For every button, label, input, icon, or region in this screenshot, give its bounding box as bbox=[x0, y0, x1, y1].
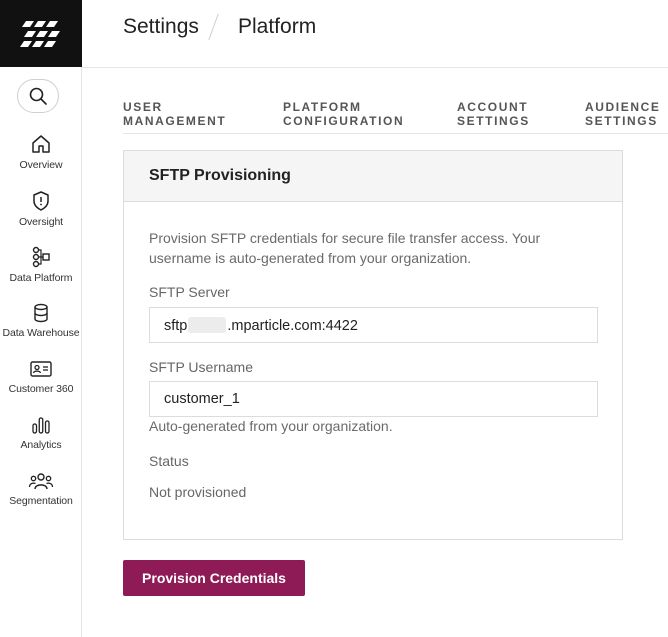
search-icon bbox=[29, 87, 47, 105]
shield-icon bbox=[33, 191, 49, 211]
tab-label-line: SETTINGS bbox=[585, 114, 658, 128]
tab-audience-settings[interactable]: AUDIENCE SETTINGS bbox=[585, 100, 660, 128]
status-value: Not provisioned bbox=[149, 484, 247, 500]
tab-label-line: USER bbox=[123, 100, 163, 114]
server-suffix: .mparticle.com:4422 bbox=[227, 318, 358, 334]
username-value: customer_1 bbox=[164, 391, 240, 407]
sidebar-item-segmentation[interactable]: Segmentation bbox=[0, 471, 82, 507]
sftp-username-field[interactable]: customer_1 bbox=[149, 381, 598, 417]
tabs-divider bbox=[123, 133, 668, 134]
tab-account-settings[interactable]: ACCOUNT SETTINGS bbox=[457, 100, 530, 128]
tab-platform-configuration[interactable]: PLATFORM CONFIGURATION bbox=[283, 100, 404, 128]
breadcrumb-settings[interactable]: Settings bbox=[123, 15, 199, 39]
tab-label-line: ACCOUNT bbox=[457, 100, 529, 114]
tab-label-line: PLATFORM bbox=[283, 100, 362, 114]
id-card-icon bbox=[30, 361, 52, 377]
sidebar-item-label: Oversight bbox=[18, 216, 64, 228]
sftp-server-label: SFTP Server bbox=[149, 284, 230, 300]
sidebar-item-oversight[interactable]: Oversight bbox=[0, 190, 82, 228]
sidebar-item-label: Analytics bbox=[20, 439, 62, 451]
sidebar-item-label: Overview bbox=[19, 159, 63, 171]
mparticle-logo[interactable] bbox=[0, 0, 82, 67]
redacted-segment bbox=[188, 317, 227, 333]
status-label: Status bbox=[149, 453, 189, 469]
card-description: Provision SFTP credentials for secure fi… bbox=[149, 230, 541, 266]
people-icon bbox=[28, 473, 54, 490]
tab-label-line: SETTINGS bbox=[457, 114, 530, 128]
sidebar-item-label: Segmentation bbox=[9, 495, 73, 507]
page-header: Settings Platform bbox=[82, 0, 668, 68]
breadcrumb-separator bbox=[208, 13, 219, 41]
sftp-provisioning-card: SFTP Provisioning Provision SFTP credent… bbox=[123, 150, 623, 540]
logo-icon bbox=[20, 20, 60, 47]
sidebar-item-data-platform[interactable]: Data Platform bbox=[0, 246, 82, 284]
sidebar: Overview Oversight Data Platform Data Wa… bbox=[0, 0, 82, 637]
data-flow-icon bbox=[32, 246, 50, 268]
sidebar-item-label: Customer 360 bbox=[8, 383, 74, 395]
sftp-server-field[interactable]: sftp .mparticle.com:4422 bbox=[149, 307, 598, 343]
provision-credentials-button[interactable]: Provision Credentials bbox=[123, 560, 305, 596]
sidebar-item-overview[interactable]: Overview bbox=[0, 133, 82, 171]
username-hint: Auto-generated from your organization. bbox=[149, 418, 393, 434]
sidebar-item-label: Data Platform bbox=[9, 272, 73, 284]
tab-label-line: CONFIGURATION bbox=[283, 114, 405, 128]
sidebar-item-customer-360[interactable]: Customer 360 bbox=[0, 359, 82, 395]
sidebar-item-data-warehouse[interactable]: Data Warehouse bbox=[0, 303, 82, 339]
tab-label-line: MANAGEMENT bbox=[123, 114, 227, 128]
tab-label-line: AUDIENCE bbox=[585, 100, 661, 114]
sidebar-item-analytics[interactable]: Analytics bbox=[0, 415, 82, 451]
bar-chart-icon bbox=[32, 417, 50, 434]
breadcrumb-platform: Platform bbox=[238, 15, 317, 38]
database-icon bbox=[34, 303, 48, 323]
sidebar-item-label: Data Warehouse bbox=[2, 327, 80, 339]
home-icon bbox=[32, 135, 50, 153]
card-title: SFTP Provisioning bbox=[124, 151, 622, 202]
server-prefix: sftp bbox=[164, 318, 188, 334]
search-button[interactable] bbox=[17, 79, 59, 113]
sftp-username-label: SFTP Username bbox=[149, 359, 253, 375]
tab-user-management[interactable]: USER MANAGEMENT bbox=[123, 100, 226, 128]
